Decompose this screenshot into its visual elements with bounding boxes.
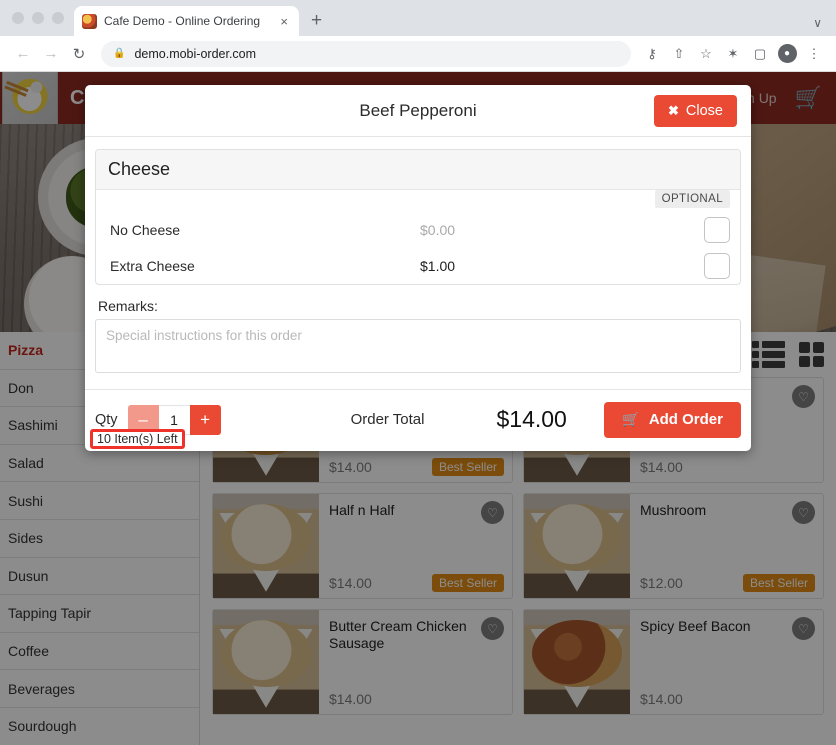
app-root: Cafe Demo - Online Ordering × + ∨ ← → ↻ …	[0, 0, 836, 745]
reload-button[interactable]: ↻	[66, 41, 92, 67]
tab-title: Cafe Demo - Online Ordering	[104, 14, 261, 28]
order-total-label: Order Total	[350, 411, 425, 428]
option-checkbox[interactable]	[704, 253, 730, 279]
side-panel-icon[interactable]: ▢	[748, 42, 772, 66]
toolbar-actions: ⚷ ⇧ ☆ ✶ ▢ ● ⋮	[640, 42, 826, 66]
remarks-input[interactable]	[95, 319, 741, 373]
lock-icon: 🔒	[113, 48, 126, 59]
option-row[interactable]: No Cheese $0.00	[96, 212, 740, 248]
option-list: No Cheese $0.00 Extra Cheese $1.00	[96, 212, 740, 284]
remarks-label: Remarks:	[98, 298, 158, 314]
tab-favicon-icon	[82, 13, 97, 29]
qty-label: Qty	[95, 411, 118, 428]
close-button[interactable]: ✖ Close	[654, 95, 737, 127]
add-order-button[interactable]: 🛒 Add Order	[604, 401, 741, 438]
tab-close-icon[interactable]: ×	[277, 14, 291, 29]
modal-footer: Qty – 1 + 10 Item(s) Left Order Total $1…	[85, 389, 751, 451]
qty-decrease-button[interactable]: –	[127, 404, 159, 435]
items-left-badge: 10 Item(s) Left	[90, 429, 185, 449]
profile-avatar-icon[interactable]: ●	[775, 42, 799, 66]
option-row[interactable]: Extra Cheese $1.00	[96, 248, 740, 284]
window-controls[interactable]	[8, 0, 74, 36]
address-bar[interactable]: 🔒 demo.mobi-order.com	[101, 40, 631, 67]
share-icon[interactable]: ⇧	[667, 42, 691, 66]
modal-title: Beef Pepperoni	[359, 100, 477, 120]
back-button[interactable]: ←	[10, 41, 36, 67]
qty-increase-button[interactable]: +	[189, 404, 221, 435]
bookmark-star-icon[interactable]: ☆	[694, 42, 718, 66]
browser-menu-icon[interactable]: ⋮	[802, 42, 826, 66]
option-group-header: Cheese	[96, 150, 740, 190]
add-order-label: Add Order	[648, 411, 723, 428]
option-group-title: Cheese	[108, 159, 171, 179]
close-icon: ✖	[668, 103, 679, 118]
option-checkbox[interactable]	[704, 217, 730, 243]
option-group-meta: OPTIONAL	[96, 190, 740, 212]
forward-button[interactable]: →	[38, 41, 64, 67]
option-name: Extra Cheese	[110, 258, 195, 274]
browser-tab[interactable]: Cafe Demo - Online Ordering ×	[74, 6, 299, 36]
order-total-value: $14.00	[496, 406, 567, 432]
browser-toolbar: ← → ↻ 🔒 demo.mobi-order.com ⚷ ⇧ ☆ ✶ ▢ ● …	[0, 36, 836, 72]
browser-tab-strip: Cafe Demo - Online Ordering × + ∨	[0, 0, 836, 36]
chevron-down-icon[interactable]: ∨	[813, 16, 836, 36]
item-detail-modal: Beef Pepperoni ✖ Close Cheese OPTIONAL N…	[85, 85, 751, 451]
close-button-label: Close	[685, 103, 723, 119]
option-name: No Cheese	[110, 222, 181, 238]
qty-value[interactable]: 1	[158, 404, 190, 435]
option-group-cheese: Cheese OPTIONAL No Cheese $0.00 Extra Chee…	[95, 149, 741, 285]
modal-body: Cheese OPTIONAL No Cheese $0.00 Extra Chee…	[85, 137, 751, 378]
cart-icon-small: 🛒	[622, 411, 640, 427]
address-bar-url: demo.mobi-order.com	[134, 46, 257, 61]
quantity-stepper: Qty – 1 +	[95, 404, 221, 435]
password-key-icon[interactable]: ⚷	[640, 42, 664, 66]
optional-badge: OPTIONAL	[654, 190, 730, 208]
new-tab-button[interactable]: +	[299, 10, 332, 36]
minimize-window-button[interactable]	[32, 12, 44, 24]
modal-header: Beef Pepperoni ✖ Close	[85, 85, 751, 137]
option-price: $1.00	[420, 258, 456, 274]
maximize-window-button[interactable]	[52, 12, 64, 24]
close-window-button[interactable]	[12, 12, 24, 24]
option-price: $0.00	[420, 222, 456, 238]
extensions-puzzle-icon[interactable]: ✶	[721, 42, 745, 66]
